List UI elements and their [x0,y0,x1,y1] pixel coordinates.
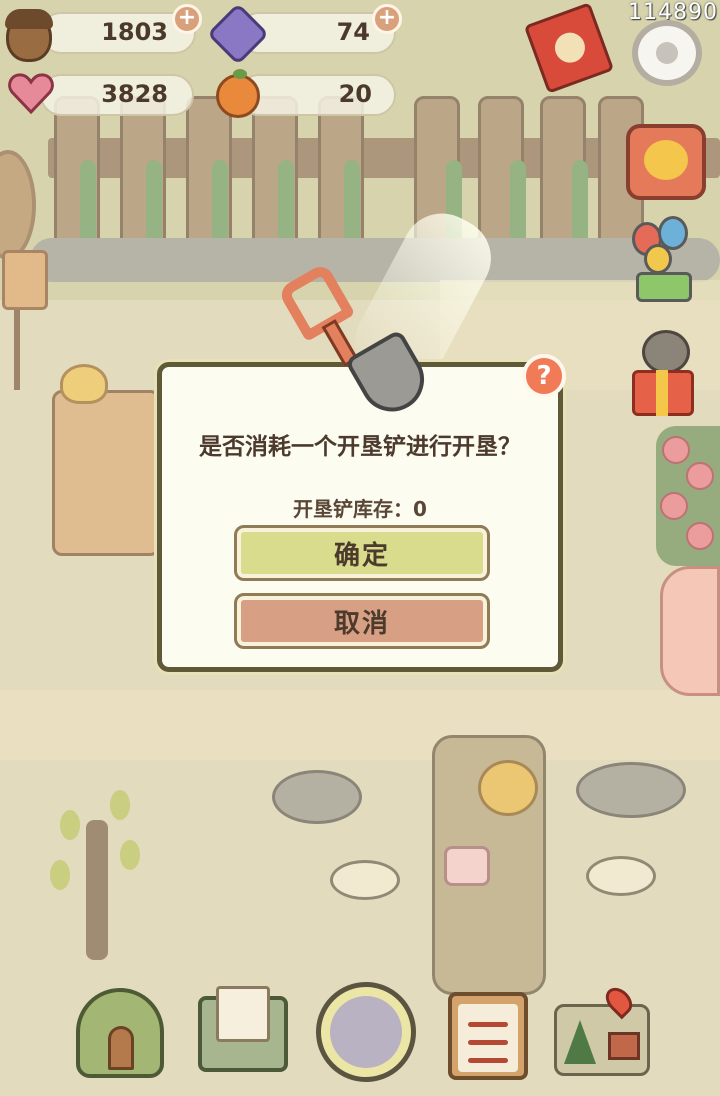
gem-value: 74 [336,18,370,46]
door-icon [108,1026,134,1070]
map-house-icon [608,1032,640,1060]
pine-tree-icon [564,1020,596,1064]
shovel-icon [276,262,436,424]
heart-value: 3828 [101,80,168,108]
help-button[interactable]: ? [522,354,566,398]
orange-icon [216,69,260,118]
tv-chick-icon[interactable] [626,124,706,200]
orange-value: 20 [338,80,372,108]
mail-nav-button[interactable] [194,986,290,1084]
cancel-button[interactable]: 取消 [234,593,490,649]
sloth-gift-icon[interactable] [630,330,700,420]
dialog-title: 是否消耗一个开垦铲进行开垦？ [199,434,521,460]
task-line [468,1040,508,1045]
home-nav-button[interactable] [72,986,168,1084]
paw-inner [330,996,402,1068]
shovel-stock-label: 开垦铲库存：0 [293,497,427,521]
add-acorn-button[interactable]: + [172,4,202,34]
confirm-button[interactable]: 确定 [234,525,490,581]
letter-icon [216,986,270,1042]
task-line [468,1022,508,1027]
task-line [468,1058,508,1063]
tasks-nav-button[interactable] [440,986,536,1084]
balloons-gift-icon[interactable] [628,216,698,306]
acorn-value: 1803 [101,18,168,46]
settings-gear-icon[interactable] [632,20,702,86]
add-gem-button[interactable]: + [372,4,402,34]
map-nav-button[interactable] [552,982,650,1084]
acorn-icon [5,9,53,62]
friends-nav-button[interactable] [316,982,418,1086]
heart-gem-icon [8,73,54,114]
